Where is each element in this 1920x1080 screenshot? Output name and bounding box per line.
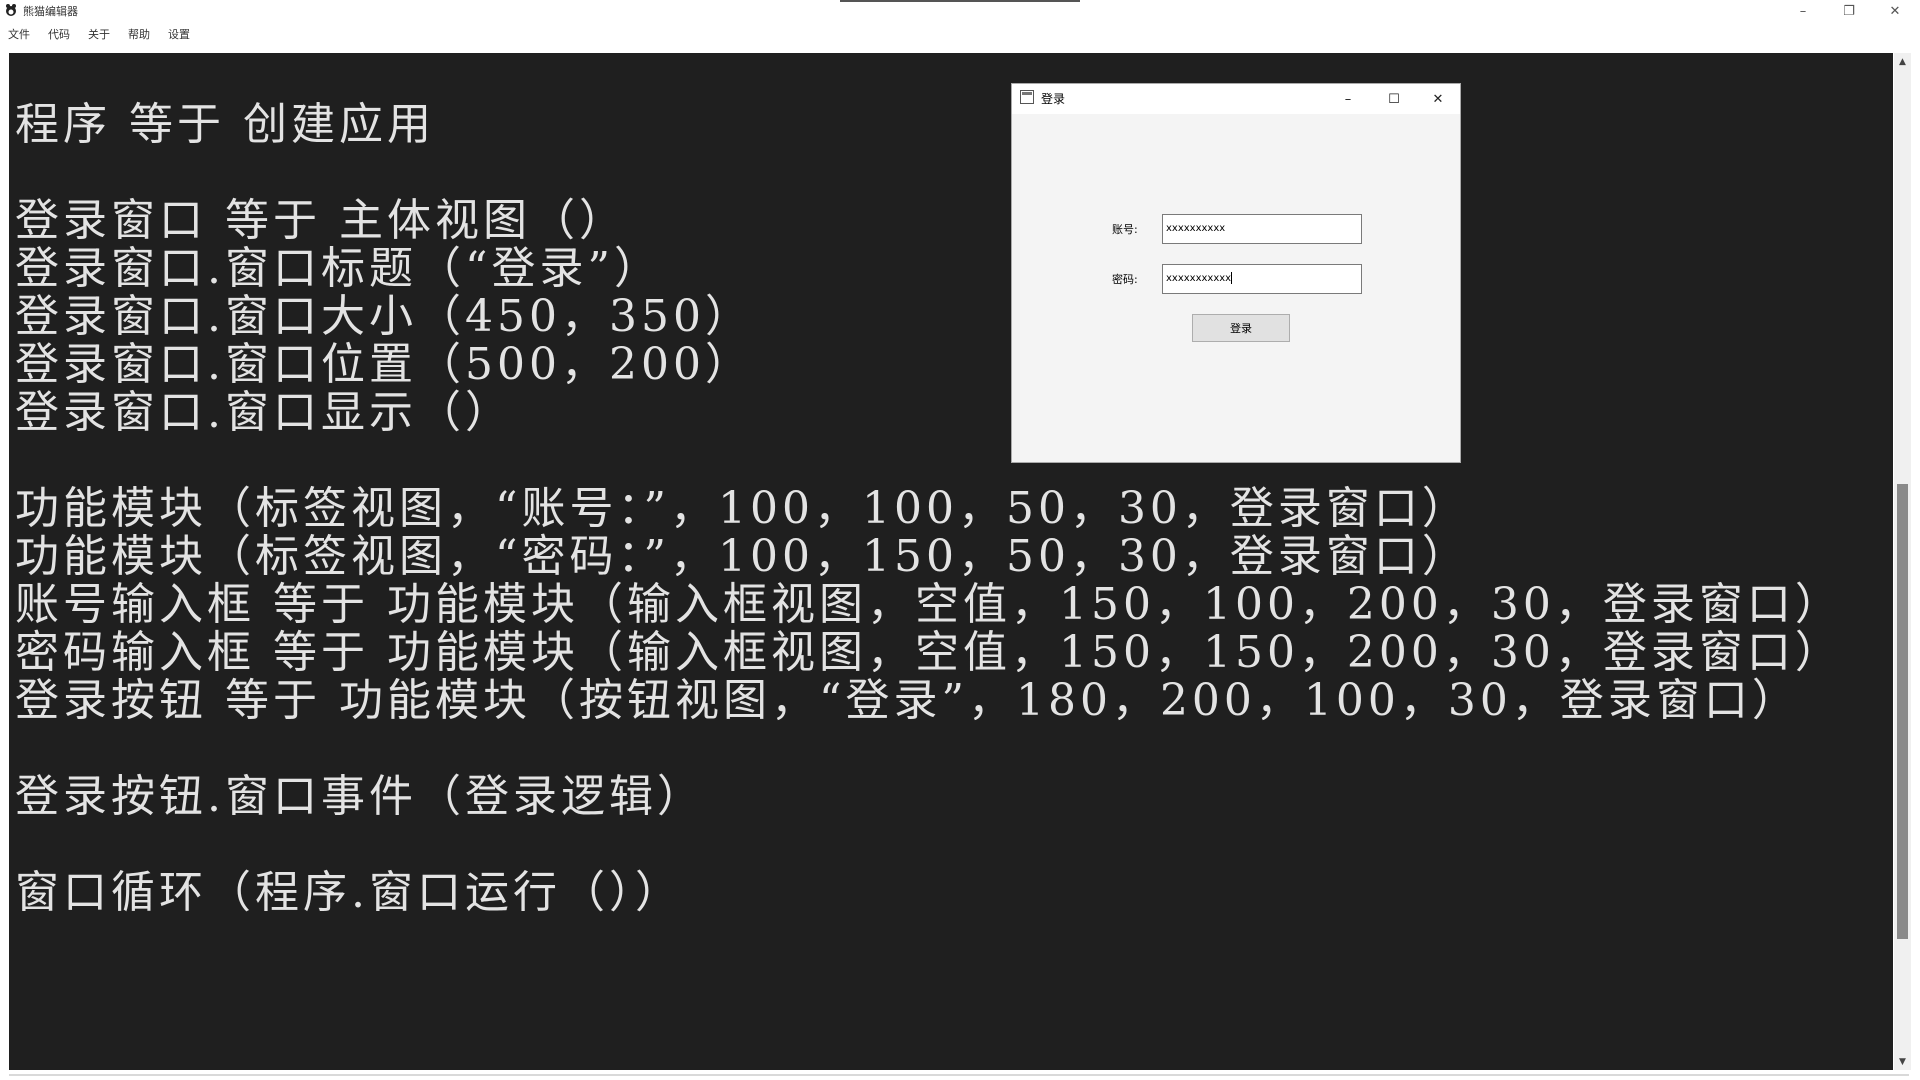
bottom-divider bbox=[9, 1074, 1909, 1076]
code-line-12: 密码输入框 等于 功能模块（输入框视图，空值，150，150，200，30，登录… bbox=[15, 627, 1843, 678]
close-button[interactable]: ✕ bbox=[1872, 0, 1918, 22]
code-line-15: 登录按钮.窗口事件（登录逻辑） bbox=[15, 771, 705, 822]
code-line-9: 功能模块（标签视图，“账号：”，100，100，50，30，登录窗口） bbox=[15, 483, 1470, 534]
vertical-scrollbar[interactable]: ▲ ▼ bbox=[1894, 53, 1911, 1070]
menu-settings[interactable]: 设置 bbox=[168, 26, 190, 42]
title-bar: 熊猫编辑器 – ❐ ✕ bbox=[0, 0, 1920, 22]
menu-help[interactable]: 帮助 bbox=[128, 26, 150, 42]
scroll-down-arrow-icon[interactable]: ▼ bbox=[1894, 1053, 1911, 1070]
scroll-up-arrow-icon[interactable]: ▲ bbox=[1894, 53, 1911, 70]
menu-file[interactable]: 文件 bbox=[8, 26, 30, 42]
restore-button[interactable]: ❐ bbox=[1826, 0, 1872, 22]
dialog-close-button[interactable]: ✕ bbox=[1416, 84, 1460, 114]
code-editor[interactable]: 程序 等于 创建应用 登录窗口 等于 主体视图（） 登录窗口.窗口标题（“登录”… bbox=[9, 53, 1893, 1070]
window-title: 熊猫编辑器 bbox=[23, 5, 78, 18]
editor-app-window: 熊猫编辑器 – ❐ ✕ 文件 代码 关于 帮助 设置 程序 等于 创建应用 登录… bbox=[0, 0, 1920, 1080]
text-caret bbox=[1231, 272, 1233, 284]
login-dialog-title-bar: 登录 – ☐ ✕ bbox=[1012, 84, 1460, 114]
code-line-17: 窗口循环（程序.窗口运行（）） bbox=[15, 867, 683, 918]
dialog-maximize-button[interactable]: ☐ bbox=[1372, 84, 1416, 114]
account-input-value: xxxxxxxxxx bbox=[1166, 223, 1226, 234]
code-line-11: 账号输入框 等于 功能模块（输入框视图，空值，150，100，200，30，登录… bbox=[15, 579, 1843, 630]
code-line-10: 功能模块（标签视图，“密码：”，100，150，50，30，登录窗口） bbox=[15, 531, 1470, 582]
login-dialog: 登录 – ☐ ✕ 账号: xxxxxxxxxx 密码: xxxxxxxxxxx … bbox=[1011, 83, 1461, 463]
menu-about[interactable]: 关于 bbox=[88, 26, 110, 42]
minimize-button[interactable]: – bbox=[1780, 0, 1826, 22]
scroll-thumb[interactable] bbox=[1897, 484, 1908, 939]
code-line-13: 登录按钮 等于 功能模块（按钮视图，“登录”，180，200，100，30，登录… bbox=[15, 675, 1800, 726]
login-dialog-title: 登录 bbox=[1041, 92, 1066, 106]
account-input[interactable]: xxxxxxxxxx bbox=[1162, 214, 1362, 244]
dialog-minimize-button[interactable]: – bbox=[1326, 84, 1370, 114]
code-line-5: 登录窗口.窗口大小（450，350） bbox=[15, 291, 753, 342]
code-line-6: 登录窗口.窗口位置（500，200） bbox=[15, 339, 753, 390]
account-label: 账号: bbox=[1112, 223, 1138, 236]
menu-code[interactable]: 代码 bbox=[48, 26, 70, 42]
code-line-7: 登录窗口.窗口显示（） bbox=[15, 387, 513, 438]
dialog-app-icon bbox=[1020, 90, 1034, 104]
password-input-value: xxxxxxxxxxx bbox=[1166, 273, 1232, 284]
password-label: 密码: bbox=[1112, 273, 1138, 286]
code-line-4: 登录窗口.窗口标题（“登录”） bbox=[15, 243, 662, 294]
password-input[interactable]: xxxxxxxxxxx bbox=[1162, 264, 1362, 294]
title-accent-line bbox=[840, 0, 1080, 2]
code-line-1: 程序 等于 创建应用 bbox=[15, 99, 435, 150]
panda-app-icon bbox=[6, 4, 16, 16]
menu-bar: 文件 代码 关于 帮助 设置 bbox=[0, 22, 1920, 44]
code-line-3: 登录窗口 等于 主体视图（） bbox=[15, 195, 627, 246]
login-button[interactable]: 登录 bbox=[1192, 314, 1290, 342]
